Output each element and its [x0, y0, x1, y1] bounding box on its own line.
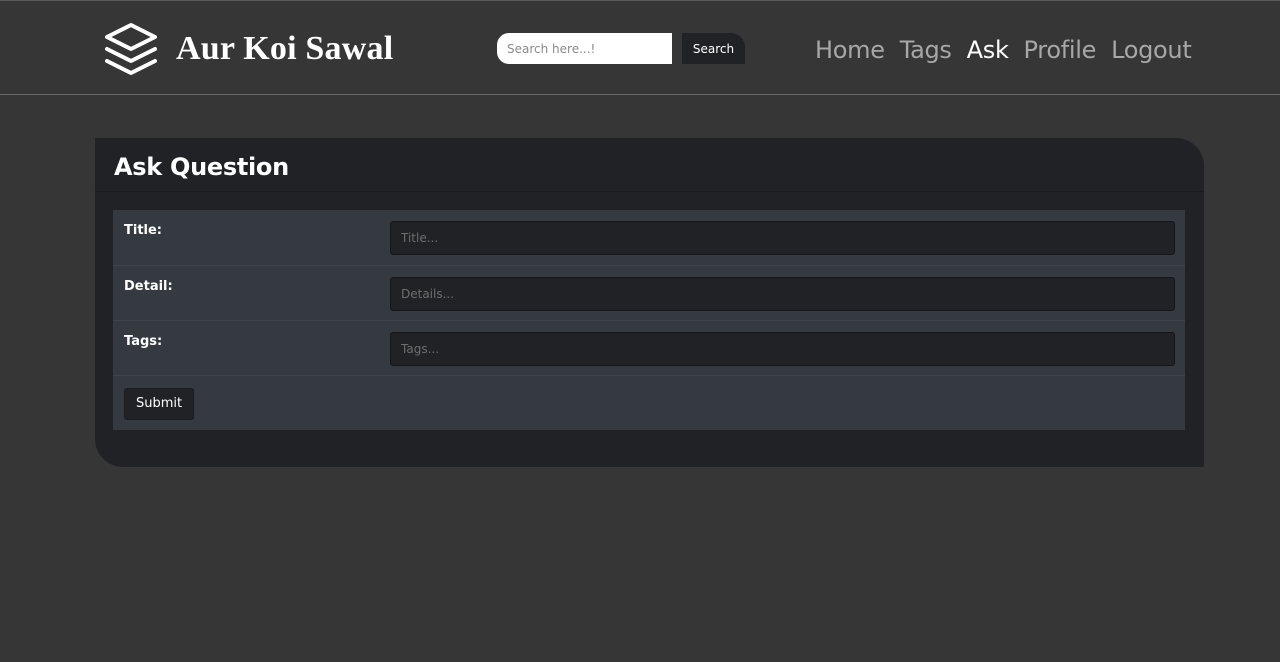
brand-link[interactable]: Aur Koi Sawal: [103, 21, 393, 77]
title-label: Title:: [113, 210, 379, 266]
ask-question-card: Ask Question Title: Detail: Tags: Submit: [95, 138, 1204, 467]
form-row-tags: Tags:: [113, 320, 1185, 376]
ask-question-form: Title: Detail: Tags: Submit: [113, 210, 1185, 430]
nav-link-logout[interactable]: Logout: [1111, 34, 1192, 66]
detail-label: Detail:: [113, 265, 379, 321]
nav-link-tags[interactable]: Tags: [900, 34, 952, 66]
tags-label: Tags:: [113, 320, 379, 376]
main-nav: Home Tags Ask Profile Logout: [815, 34, 1192, 66]
nav-link-ask[interactable]: Ask: [967, 34, 1009, 66]
navbar: Aur Koi Sawal Search Home Tags Ask Profi…: [0, 0, 1280, 95]
tags-input[interactable]: [390, 331, 1175, 366]
search-button[interactable]: Search: [682, 33, 745, 64]
page-title: Ask Question: [114, 152, 289, 181]
nav-link-profile[interactable]: Profile: [1024, 34, 1097, 66]
submit-button[interactable]: Submit: [124, 387, 195, 420]
search-form: Search: [497, 33, 745, 64]
brand-name: Aur Koi Sawal: [176, 30, 394, 67]
title-input[interactable]: [390, 221, 1175, 255]
detail-input[interactable]: [390, 276, 1175, 311]
form-row-detail: Detail:: [113, 265, 1185, 321]
layers-icon: [105, 23, 157, 75]
form-row-title: Title:: [113, 210, 1185, 266]
form-row-submit: Submit: [113, 375, 1185, 430]
card-header: Ask Question: [95, 138, 1204, 192]
search-input[interactable]: [497, 33, 672, 64]
nav-link-home[interactable]: Home: [815, 34, 885, 66]
